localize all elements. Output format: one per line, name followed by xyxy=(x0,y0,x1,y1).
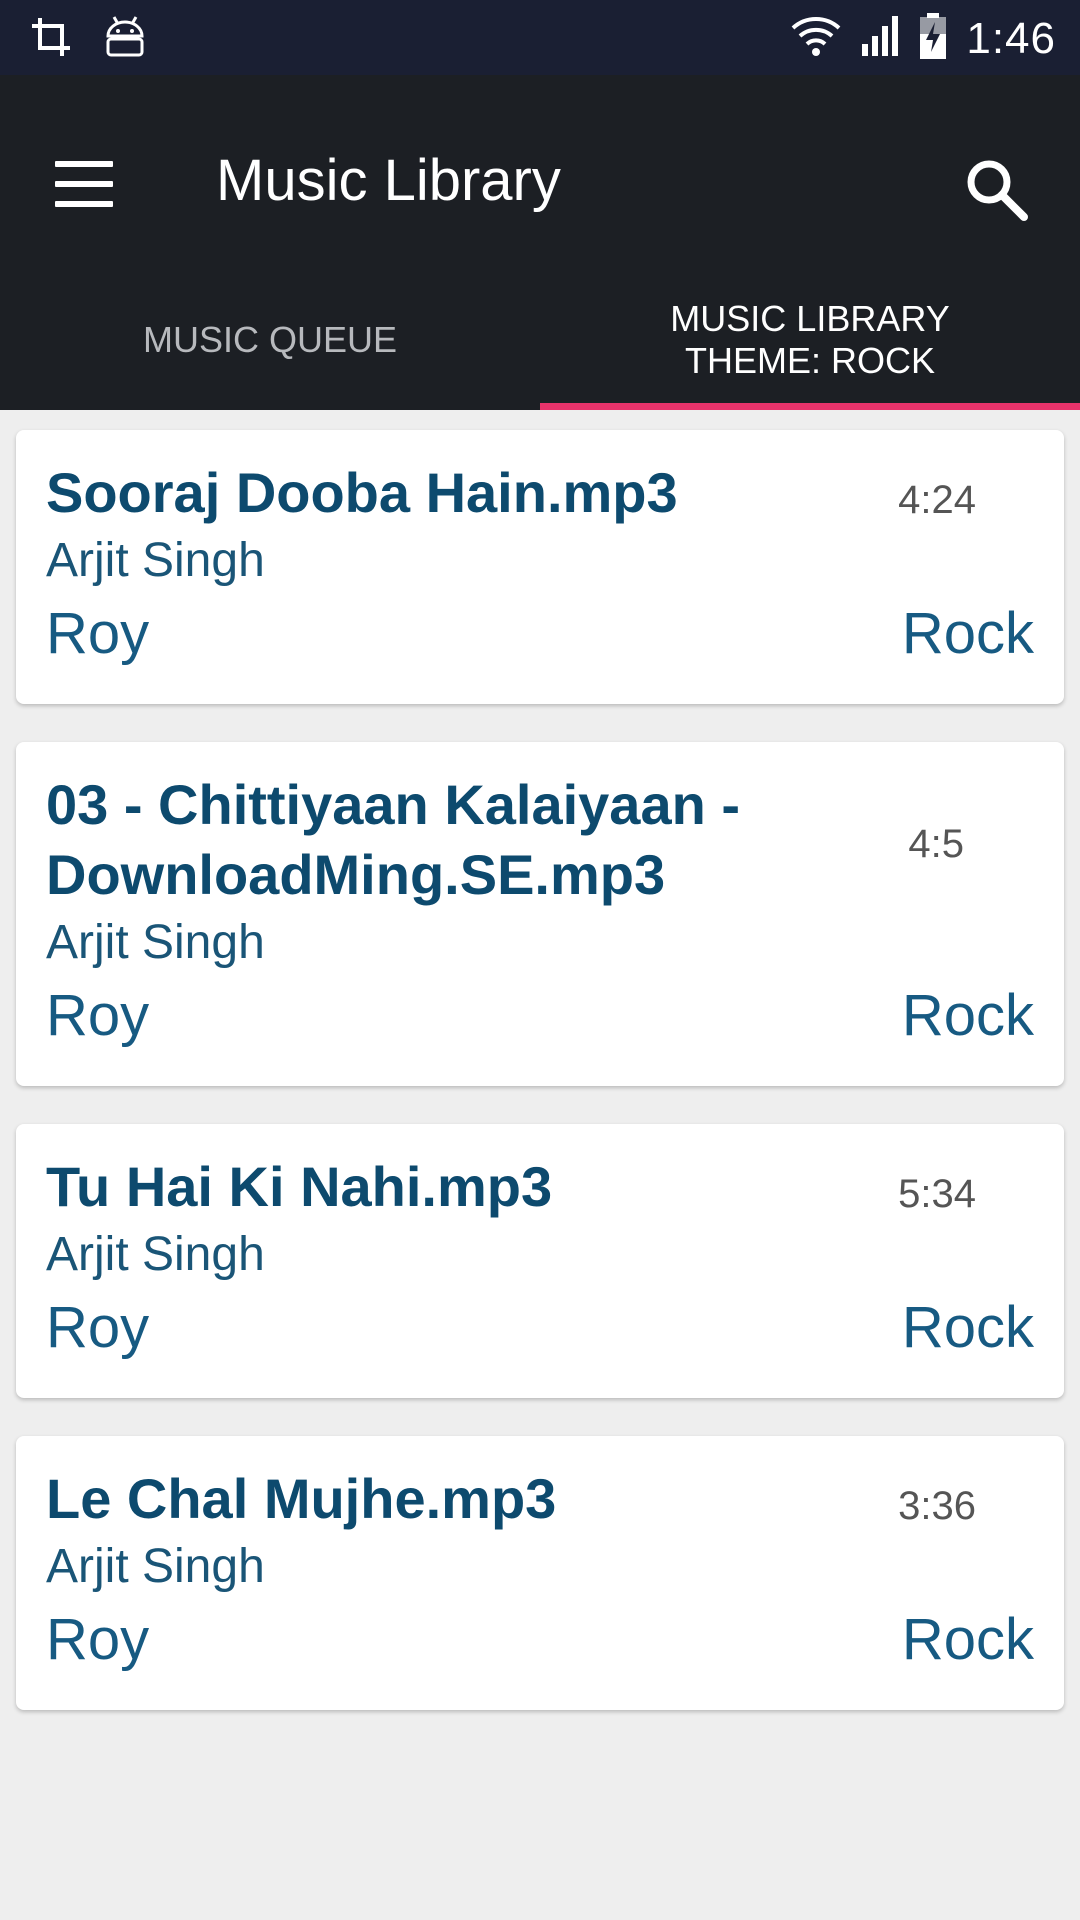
battery-charging-icon xyxy=(918,12,948,65)
song-card[interactable]: Tu Hai Ki Nahi.mp3 5:34 Arjit Singh Roy … xyxy=(16,1124,1064,1398)
song-album: Roy xyxy=(46,1295,150,1360)
song-card[interactable]: Le Chal Mujhe.mp3 3:36 Arjit Singh Roy R… xyxy=(16,1436,1064,1710)
song-genre: Rock xyxy=(901,1295,1034,1360)
tab-indicator xyxy=(540,403,1080,410)
song-duration: 4:24 xyxy=(898,478,976,522)
song-genre: Rock xyxy=(901,601,1034,666)
page-title: Music Library xyxy=(216,148,561,213)
signal-icon xyxy=(860,14,900,63)
song-meta-row: Roy Rock xyxy=(46,594,1034,674)
song-genre: Rock xyxy=(901,1607,1034,1672)
song-artist: Arjit Singh xyxy=(46,1540,265,1593)
tab-bar: MUSIC QUEUE MUSIC LIBRARY THEME: ROCK xyxy=(0,270,1080,410)
song-title: 03 - Chittiyaan Kalaiyaan - DownloadMing… xyxy=(46,773,741,906)
song-artist: Arjit Singh xyxy=(46,916,265,969)
app-bar: Music Library MUSIC QUEUE MUSIC LIBRARY … xyxy=(0,75,1080,410)
song-meta-row: Roy Rock xyxy=(46,1600,1034,1680)
android-icon xyxy=(102,14,148,65)
search-icon xyxy=(967,160,1028,221)
menu-button[interactable] xyxy=(50,155,120,215)
song-card[interactable]: 03 - Chittiyaan Kalaiyaan - DownloadMing… xyxy=(16,742,1064,1086)
song-duration: 3:36 xyxy=(898,1484,976,1528)
song-title: Le Chal Mujhe.mp3 xyxy=(46,1467,557,1530)
song-genre: Rock xyxy=(901,983,1034,1048)
song-card[interactable]: Sooraj Dooba Hain.mp3 4:24 Arjit Singh R… xyxy=(16,430,1064,704)
song-duration: 5:34 xyxy=(898,1172,976,1216)
song-title: Tu Hai Ki Nahi.mp3 xyxy=(46,1155,553,1218)
crop-icon xyxy=(30,16,72,63)
song-title: Sooraj Dooba Hain.mp3 xyxy=(46,461,678,524)
song-album: Roy xyxy=(46,1607,150,1672)
wifi-icon xyxy=(790,14,842,63)
search-button[interactable] xyxy=(962,155,1032,225)
tab-music-library[interactable]: MUSIC LIBRARY THEME: ROCK xyxy=(540,270,1080,410)
song-meta-row: Roy Rock xyxy=(46,976,1034,1056)
song-album: Roy xyxy=(46,983,150,1048)
song-duration: 4:5 xyxy=(908,822,964,866)
tab-label: MUSIC QUEUE xyxy=(142,319,398,360)
status-time: 1:46 xyxy=(966,13,1056,63)
tab-music-queue[interactable]: MUSIC QUEUE xyxy=(0,270,540,410)
menu-icon xyxy=(55,161,113,167)
song-meta-row: Roy Rock xyxy=(46,1288,1034,1368)
song-list: Sooraj Dooba Hain.mp3 4:24 Arjit Singh R… xyxy=(16,430,1064,1748)
tab-label-line1: MUSIC LIBRARY xyxy=(670,298,950,339)
song-album: Roy xyxy=(46,601,150,666)
song-artist: Arjit Singh xyxy=(46,534,265,587)
status-bar: 1:46 xyxy=(0,0,1080,75)
tab-label-line2: THEME: ROCK xyxy=(684,340,935,381)
song-artist: Arjit Singh xyxy=(46,1228,265,1281)
